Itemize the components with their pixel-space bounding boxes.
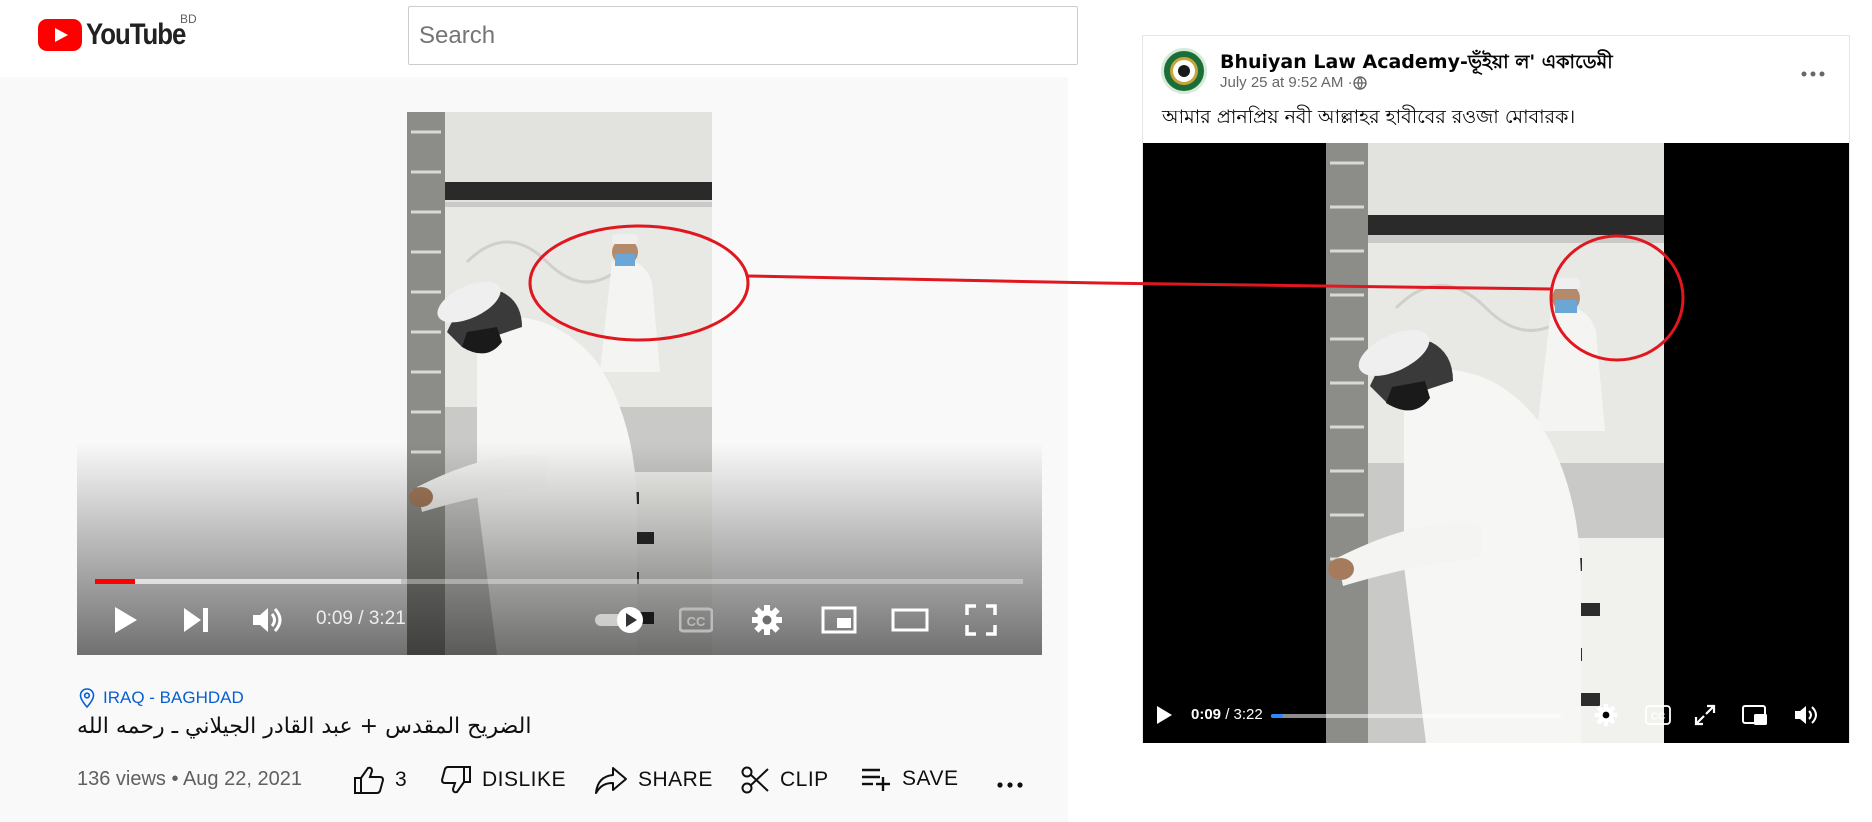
add-to-playlist-icon	[862, 768, 890, 791]
fb-captions-button[interactable]: CC	[1643, 697, 1673, 733]
more-horizontal-icon	[997, 782, 1023, 788]
dislike-button[interactable]: DISLIKE	[440, 765, 566, 795]
facebook-video-player[interactable]: 0:09 / 3:22 CC	[1143, 143, 1849, 743]
theater-mode-button[interactable]	[890, 600, 930, 640]
miniplayer-icon	[821, 606, 857, 634]
settings-button[interactable]	[747, 600, 787, 640]
played-indicator	[95, 579, 135, 584]
post-options-button[interactable]	[1801, 58, 1825, 84]
share-icon	[595, 767, 627, 794]
search-input[interactable]	[408, 6, 1078, 65]
autoplay-toggle[interactable]	[592, 600, 648, 640]
like-count: 3	[395, 768, 408, 791]
next-icon	[184, 608, 208, 632]
like-button[interactable]: 3	[353, 765, 407, 795]
autoplay-toggle-icon	[595, 607, 643, 633]
location-pin-icon	[79, 688, 95, 708]
fb-settings-button[interactable]	[1591, 697, 1621, 733]
save-label: SAVE	[902, 767, 959, 790]
next-button[interactable]	[176, 600, 216, 640]
cc-icon: CC	[679, 607, 713, 633]
dislike-label: DISLIKE	[482, 768, 567, 791]
page-avatar[interactable]	[1161, 48, 1207, 94]
svg-text:CC: CC	[1651, 712, 1665, 723]
volume-button[interactable]	[247, 600, 287, 640]
post-timestamp-row: July 25 at 9:52 AM ·	[1220, 74, 1367, 91]
post-caption: আমার প্রানপ্রিয় নবী আল্লাহর হাবীবের রওজ…	[1162, 106, 1576, 128]
fb-time-total: 3:22	[1233, 706, 1263, 723]
svg-text:CC: CC	[687, 614, 706, 629]
fullscreen-button[interactable]	[961, 600, 1001, 640]
video-metadata: 136 views • Aug 22, 2021	[77, 768, 302, 790]
thumbs-up-icon	[354, 766, 385, 794]
youtube-progress-bar[interactable]	[95, 579, 1023, 584]
clip-label: CLIP	[780, 768, 829, 791]
play-icon	[1157, 706, 1172, 724]
youtube-video-player[interactable]: 0:09 / 3:21 CC	[77, 112, 1042, 655]
save-button[interactable]: SAVE	[860, 765, 958, 793]
share-button[interactable]: SHARE	[594, 765, 713, 795]
fb-volume-button[interactable]	[1791, 697, 1821, 733]
cc-icon: CC	[1645, 705, 1671, 725]
more-actions-button[interactable]	[996, 768, 1024, 796]
captions-button[interactable]: CC	[676, 600, 716, 640]
fb-played-indicator	[1271, 714, 1283, 718]
play-button[interactable]	[105, 600, 145, 640]
location-label: IRAQ - BAGHDAD	[103, 688, 244, 707]
country-code: BD	[180, 12, 197, 26]
pip-icon	[1742, 705, 1767, 725]
video-location[interactable]: IRAQ - BAGHDAD	[79, 688, 244, 708]
globe-icon	[1352, 75, 1367, 90]
fb-time-current: 0:09	[1191, 706, 1222, 723]
play-icon	[115, 607, 137, 633]
settings-icon	[752, 605, 782, 635]
expand-icon	[1694, 704, 1716, 726]
facebook-post: Bhuiyan Law Academy-ভূঁইয়া ল' একাডেমী J…	[1142, 35, 1850, 743]
fb-time-display: 0:09 / 3:22	[1191, 706, 1263, 723]
fb-play-button[interactable]	[1149, 697, 1179, 733]
comparison-screenshot: YouTube BD Search 0:09 / 3:21 CC IRAQ - …	[0, 0, 1872, 822]
fb-expand-button[interactable]	[1690, 697, 1720, 733]
miniplayer-button[interactable]	[819, 600, 859, 640]
settings-icon	[1594, 703, 1618, 727]
youtube-panel: YouTube BD Search 0:09 / 3:21 CC IRAQ - …	[0, 0, 1078, 822]
youtube-logo[interactable]: YouTube	[38, 18, 201, 52]
fb-progress-bar[interactable]	[1271, 714, 1561, 718]
youtube-logo-text: YouTube	[86, 18, 186, 51]
youtube-header: YouTube BD	[0, 0, 1078, 77]
video-title: الضريح المقدس + عبد القادر الجيلاني ـ رح…	[77, 714, 532, 739]
academy-seal-icon	[1170, 57, 1198, 85]
buffer-indicator	[95, 579, 402, 584]
seal-center	[1178, 65, 1190, 77]
fb-pip-button[interactable]	[1740, 697, 1770, 733]
thumbs-down-icon	[440, 766, 471, 794]
more-horizontal-icon	[1801, 71, 1825, 77]
fullscreen-icon	[965, 604, 997, 636]
volume-icon	[253, 607, 282, 633]
time-display: 0:09 / 3:21	[316, 608, 406, 629]
fb-time-separator: /	[1221, 706, 1234, 723]
volume-icon	[1795, 706, 1817, 724]
clip-button[interactable]: CLIP	[740, 765, 829, 795]
facebook-video-frame[interactable]	[1326, 143, 1664, 743]
post-date[interactable]: July 25 at 9:52 AM ·	[1220, 74, 1353, 91]
share-label: SHARE	[638, 768, 713, 791]
shrine-video-still	[1326, 143, 1664, 743]
youtube-play-logo-icon	[38, 19, 82, 51]
theater-icon	[891, 608, 929, 632]
scissors-icon	[741, 766, 769, 794]
